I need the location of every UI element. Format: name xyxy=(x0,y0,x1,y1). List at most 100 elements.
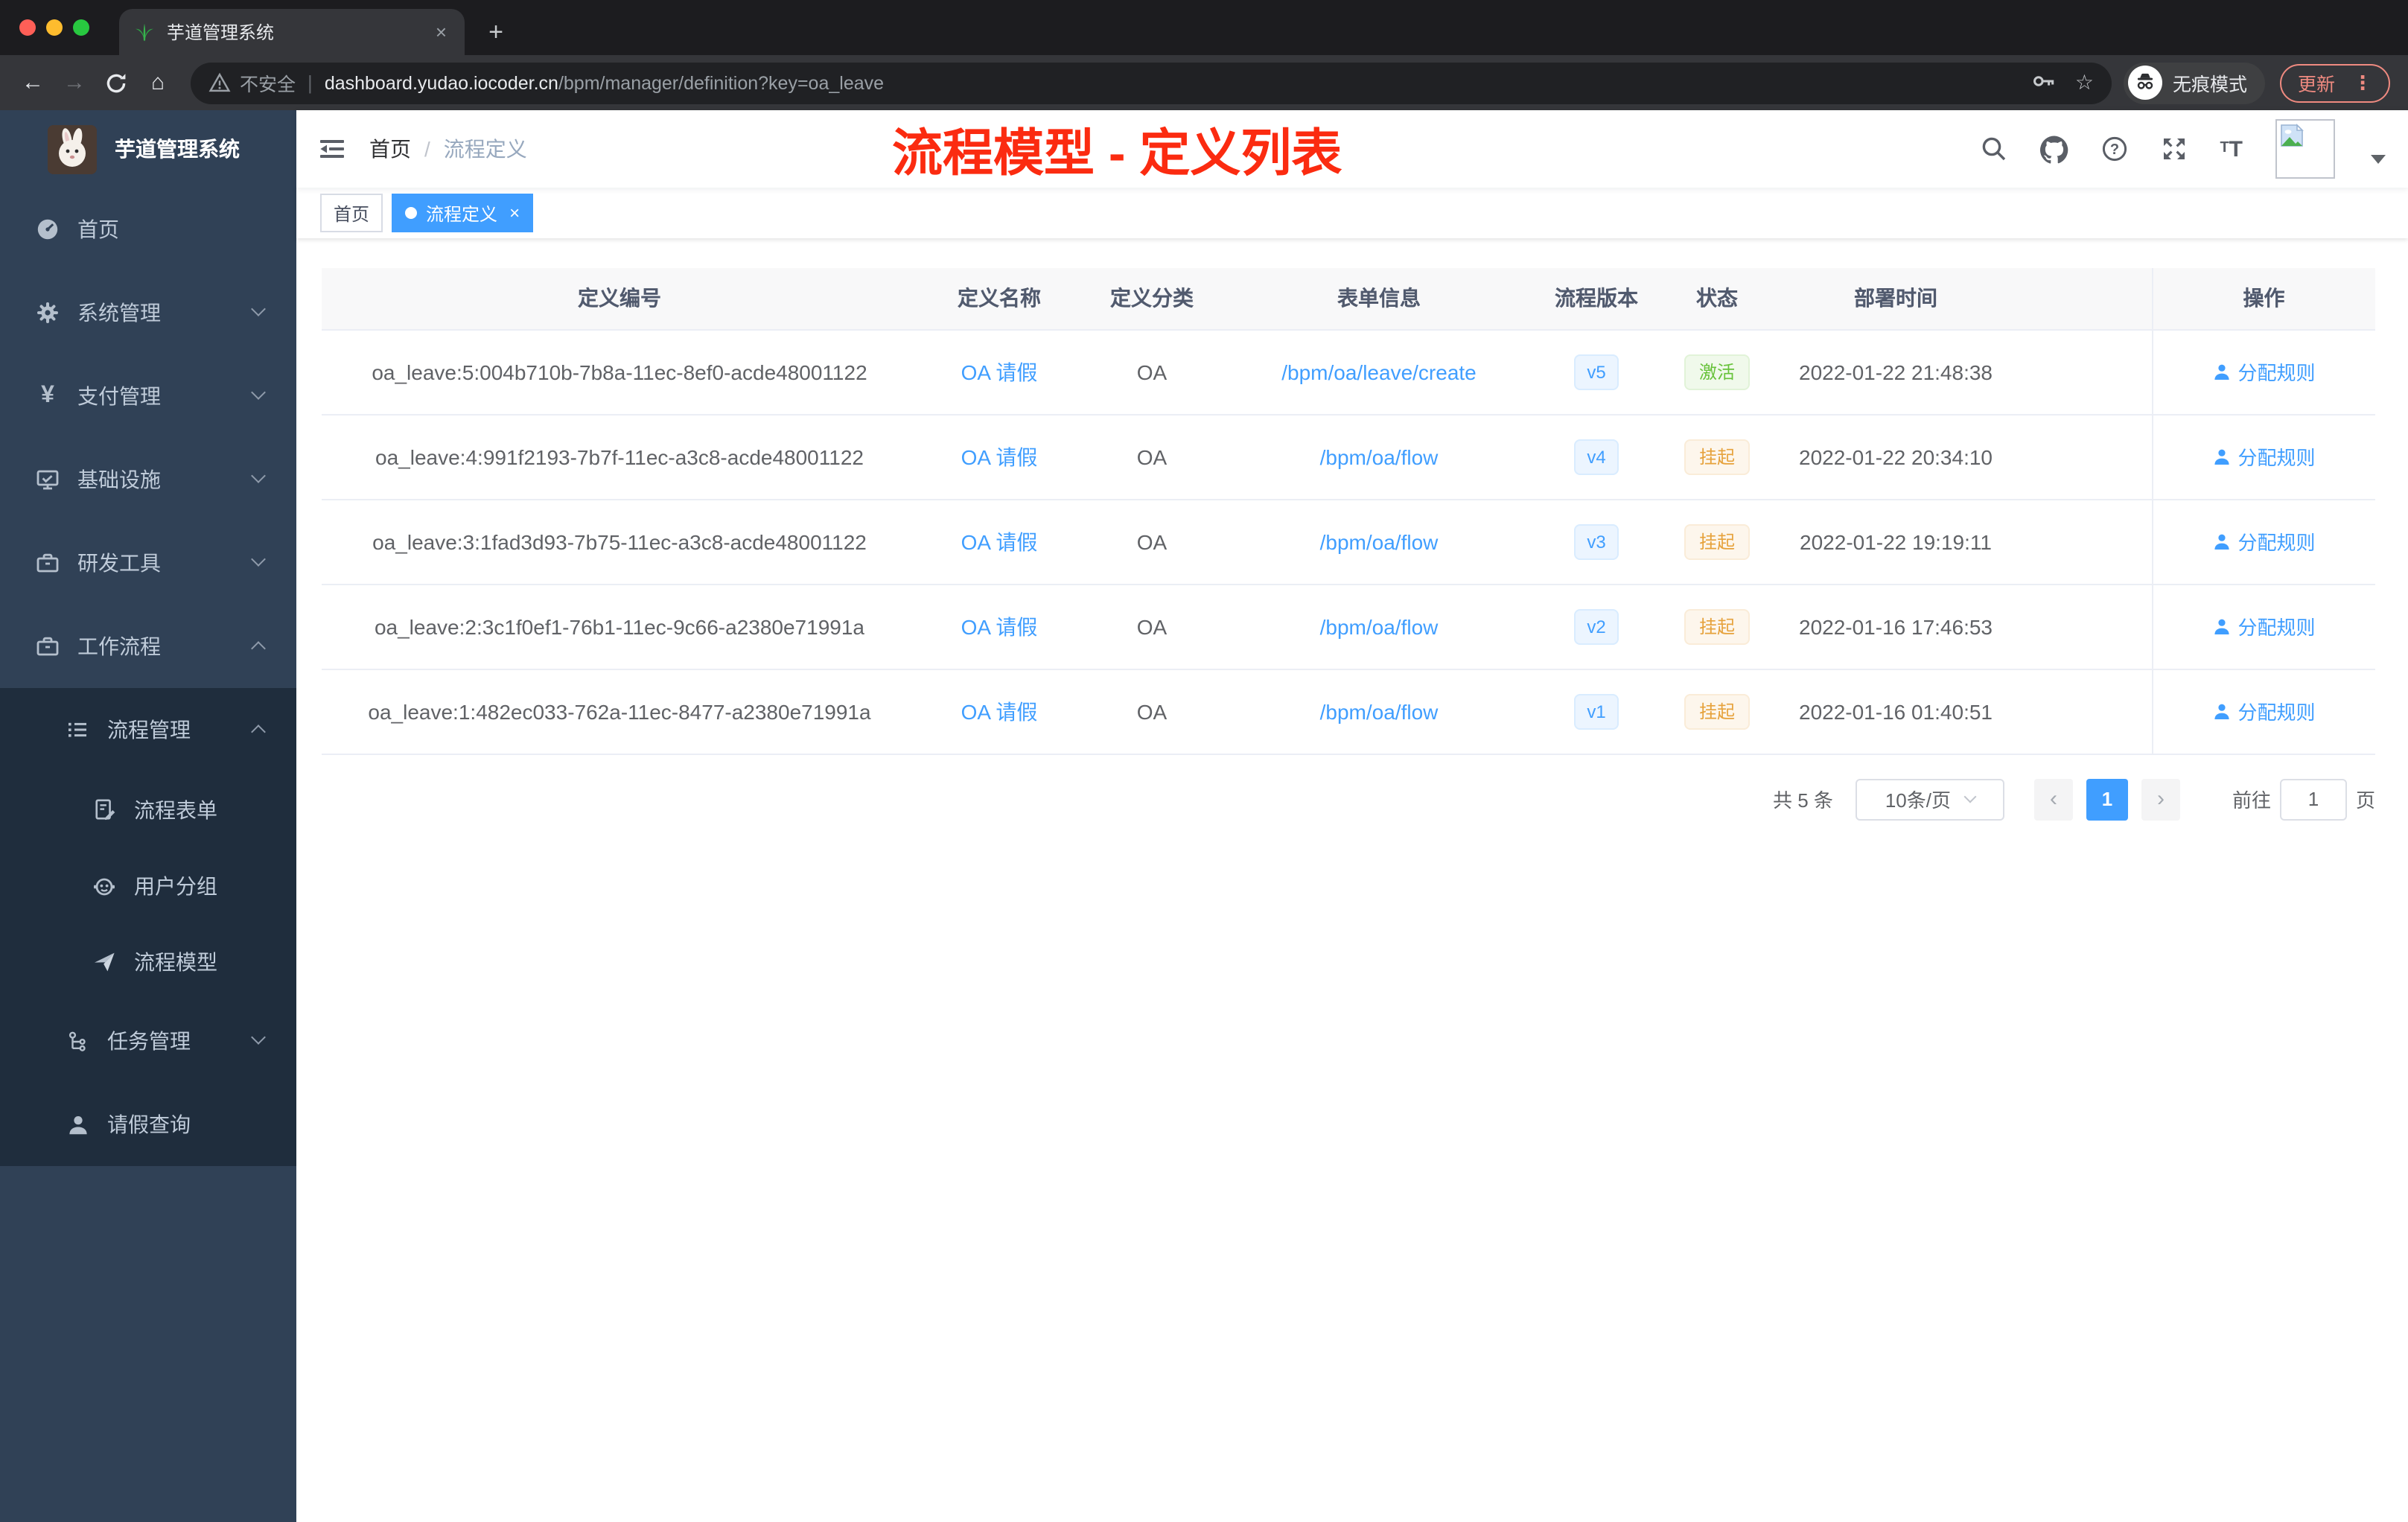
back-button[interactable]: ← xyxy=(12,62,54,104)
new-tab-button[interactable]: + xyxy=(477,13,515,52)
sidebar-item-system-management[interactable]: 系统管理 xyxy=(0,271,296,354)
assign-rule-link[interactable]: 分配规则 xyxy=(2212,357,2316,386)
browser-menu-icon[interactable]: ⋮ xyxy=(2353,71,2372,95)
list-icon xyxy=(60,718,95,742)
user-icon xyxy=(2214,448,2229,464)
sidebar-item-user-group[interactable]: 用户分组 xyxy=(0,847,296,923)
breadcrumb-home[interactable]: 首页 xyxy=(369,134,411,164)
goto-label: 前往 xyxy=(2232,789,2271,812)
definition-name-link[interactable]: OA 请假 xyxy=(961,360,1038,383)
col-form-info: 表单信息 xyxy=(1223,268,1535,330)
fullscreen-icon[interactable] xyxy=(2160,136,2187,162)
page-number-1[interactable]: 1 xyxy=(2086,778,2128,820)
sidebar-item-payment-management[interactable]: ¥ 支付管理 xyxy=(0,354,296,438)
assign-rule-link[interactable]: 分配规则 xyxy=(2212,612,2316,640)
assign-rule-link[interactable]: 分配规则 xyxy=(2212,442,2316,471)
form-info-link[interactable]: /bpm/oa/flow xyxy=(1320,445,1439,468)
sidebar-toggle-button[interactable] xyxy=(319,136,345,162)
sidebar-item-workflow[interactable]: 工作流程 xyxy=(0,605,296,688)
sidebar-item-task-management[interactable]: 任务管理 xyxy=(0,999,296,1083)
sidebar-item-home[interactable]: 首页 xyxy=(0,188,296,271)
browser-tab[interactable]: 芋道管理系统 × xyxy=(119,9,465,55)
paper-plane-icon xyxy=(86,949,122,973)
definition-name-link[interactable]: OA 请假 xyxy=(961,699,1038,723)
form-info-link[interactable]: /bpm/oa/flow xyxy=(1320,614,1439,638)
chevron-down-icon xyxy=(251,468,266,483)
incognito-label: 无痕模式 xyxy=(2172,74,2247,95)
bookmark-star-icon[interactable]: ☆ xyxy=(2075,70,2094,95)
toolbox-icon xyxy=(30,551,66,575)
close-window-button[interactable] xyxy=(19,19,36,36)
sidebar-item-leave-query[interactable]: 请假查询 xyxy=(0,1083,296,1166)
assign-rule-link[interactable]: 分配规则 xyxy=(2212,527,2316,555)
page-size-select[interactable]: 10条/页 xyxy=(1855,778,2004,820)
status-badge: 挂起 xyxy=(1684,523,1750,559)
user-icon xyxy=(60,1113,95,1136)
user-avatar[interactable] xyxy=(2275,119,2335,179)
form-info-link[interactable]: /bpm/oa/leave/create xyxy=(1281,360,1477,383)
page-jump-input[interactable] xyxy=(2279,778,2347,820)
broken-image-icon xyxy=(2281,124,2304,147)
avatar-dropdown-caret-icon[interactable] xyxy=(2371,155,2386,164)
deploy-time: 2022-01-22 19:19:11 xyxy=(1777,499,2015,585)
definition-name-link[interactable]: OA 请假 xyxy=(961,614,1038,638)
table-row: oa_leave:5:004b710b-7b8a-11ec-8ef0-acde4… xyxy=(322,329,2375,415)
col-status: 状态 xyxy=(1657,268,1777,330)
home-button[interactable]: ⌂ xyxy=(137,62,179,104)
browser-update-button[interactable]: 更新 ⋮ xyxy=(2279,63,2390,102)
definition-name-link[interactable]: OA 请假 xyxy=(961,445,1038,468)
sidebar-item-process-form[interactable]: 流程表单 xyxy=(0,771,296,847)
page-content: 定义编号 定义名称 定义分类 表单信息 流程版本 状态 部署时间 操作 oa_l… xyxy=(296,238,2408,1522)
app-logo[interactable]: 芋道管理系统 xyxy=(0,110,296,188)
tag-home[interactable]: 首页 xyxy=(320,194,383,232)
briefcase-icon xyxy=(30,634,66,658)
version-badge: v5 xyxy=(1573,354,1619,389)
definition-category: OA xyxy=(1081,584,1223,669)
zoom-window-button[interactable] xyxy=(73,19,89,36)
app-logo-avatar xyxy=(48,124,97,173)
sidebar-item-dev-tools[interactable]: 研发工具 xyxy=(0,521,296,605)
github-icon[interactable] xyxy=(2039,135,2068,163)
version-badge: v4 xyxy=(1573,439,1619,474)
definition-category: OA xyxy=(1081,669,1223,754)
key-icon[interactable] xyxy=(2032,68,2057,98)
deploy-time: 2022-01-16 17:46:53 xyxy=(1777,584,2015,669)
tags-view-bar: 首页 流程定义 × xyxy=(296,188,2408,238)
annotation-overlay-text: 流程模型 - 定义列表 xyxy=(892,126,1342,182)
form-info-link[interactable]: /bpm/oa/flow xyxy=(1320,699,1439,723)
chevron-down-icon xyxy=(251,1030,266,1045)
url-bar[interactable]: 不安全 | dashboard.yudao.iocoder.cn /bpm/ma… xyxy=(191,62,2112,104)
deploy-time: 2022-01-22 20:34:10 xyxy=(1777,414,2015,500)
tag-close-icon[interactable]: × xyxy=(509,203,520,223)
screen: 芋道管理系统 × + ← → ⌂ 不安全 | dashboard.yudao.i… xyxy=(0,0,2408,1522)
col-process-version: 流程版本 xyxy=(1535,268,1657,330)
url-domain: dashboard.yudao.iocoder.cn xyxy=(324,72,558,93)
table-row: oa_leave:1:482ec033-762a-11ec-8477-a2380… xyxy=(322,669,2375,754)
sidebar-item-process-management[interactable]: 流程管理 xyxy=(0,688,296,771)
browser-toolbar: ← → ⌂ 不安全 | dashboard.yudao.iocoder.cn /… xyxy=(0,55,2408,110)
not-secure-label: 不安全 xyxy=(240,74,296,95)
not-secure-warning-icon[interactable] xyxy=(208,71,231,94)
reload-button[interactable] xyxy=(95,62,137,104)
font-size-icon[interactable]: TT xyxy=(2220,138,2243,160)
version-badge: v2 xyxy=(1573,608,1619,644)
search-icon[interactable] xyxy=(1980,136,2007,162)
definition-category: OA xyxy=(1081,329,1223,415)
tag-process-definition[interactable]: 流程定义 × xyxy=(392,194,534,232)
tab-close-icon[interactable]: × xyxy=(433,21,450,43)
next-page-button[interactable]: › xyxy=(2141,778,2180,820)
forward-button[interactable]: → xyxy=(54,62,95,104)
table-row: oa_leave:2:3c1f0ef1-76b1-11ec-9c66-a2380… xyxy=(322,584,2375,669)
robot-face-icon xyxy=(86,873,122,897)
assign-rule-link[interactable]: 分配规则 xyxy=(2212,697,2316,725)
form-info-link[interactable]: /bpm/oa/flow xyxy=(1320,529,1439,553)
help-icon[interactable]: ? xyxy=(2100,136,2127,162)
sidebar: 芋道管理系统 首页 系统管理 ¥ 支付管理 基础设施 研发工具 工作流程 流程管… xyxy=(0,110,296,1522)
browser-tab-strip: 芋道管理系统 × + xyxy=(0,0,2408,55)
definition-name-link[interactable]: OA 请假 xyxy=(961,529,1038,553)
sidebar-item-infrastructure[interactable]: 基础设施 xyxy=(0,438,296,521)
sidebar-item-process-model[interactable]: 流程模型 xyxy=(0,923,296,999)
breadcrumb-current: 流程定义 xyxy=(443,137,527,161)
prev-page-button[interactable]: ‹ xyxy=(2033,778,2073,820)
minimize-window-button[interactable] xyxy=(46,19,63,36)
